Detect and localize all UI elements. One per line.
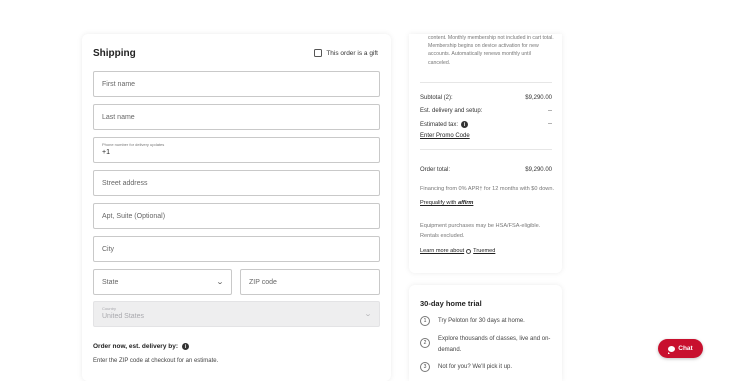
tax-value: --	[548, 121, 552, 127]
zip-input[interactable]: ZIP code	[240, 269, 380, 295]
step-text: Try Peloton for 30 days at home.	[438, 318, 525, 324]
promo-code-link[interactable]: Enter Promo Code	[420, 133, 470, 139]
order-summary-card: content. Monthly membership not included…	[409, 34, 562, 273]
subtotal-row: Subtotal (2): $9,290.00	[420, 95, 552, 101]
delivery-label: Est. delivery and setup:	[420, 108, 483, 114]
chat-button[interactable]: Chat	[658, 339, 703, 358]
truemed-logo-icon	[466, 248, 472, 254]
apt-input[interactable]: Apt, Suite (Optional)	[93, 203, 380, 229]
trial-step: 1 Try Peloton for 30 days at home.	[420, 316, 555, 327]
home-trial-card: 30-day home trial 1 Try Peloton for 30 d…	[409, 285, 562, 381]
last-name-placeholder: Last name	[102, 113, 135, 121]
zip-placeholder: ZIP code	[249, 278, 277, 286]
step-number: 2	[420, 338, 430, 348]
apt-placeholder: Apt, Suite (Optional)	[102, 212, 166, 220]
delivery-value: --	[548, 108, 552, 114]
learn-more-label: Learn more about	[420, 248, 465, 254]
phone-label: Phone number for delivery updates	[102, 142, 165, 147]
trial-step: 3 Not for you? We'll pick it up.	[420, 362, 555, 373]
step-number: 3	[420, 362, 430, 372]
subtotal-value: $9,290.00	[525, 95, 552, 101]
prequalify-link[interactable]: Prequalify with affirm	[420, 200, 473, 206]
affirm-logo: affirm	[457, 200, 474, 206]
city-input[interactable]: City	[93, 236, 380, 262]
gift-checkbox[interactable]: This order is a gift	[314, 49, 378, 57]
country-label: Country	[102, 306, 117, 311]
trial-title: 30-day home trial	[420, 299, 482, 308]
country-value: United States	[102, 313, 145, 320]
checkbox-icon[interactable]	[314, 49, 323, 57]
country-select: Country United States ⌄	[93, 301, 380, 327]
tax-row: Estimated tax: i --	[420, 121, 552, 128]
phone-input[interactable]: Phone number for delivery updates +1	[93, 137, 380, 163]
step-text: Not for you? We'll pick it up.	[438, 364, 513, 370]
step-text: Explore thousands of classes, live and o…	[438, 336, 551, 353]
financing-copy: Financing from 0% APR† for 12 months wit…	[420, 186, 555, 192]
tax-label: Estimated tax:	[420, 121, 459, 128]
delivery-estimate-note: Enter the ZIP code at checkout for an es…	[93, 358, 219, 364]
order-total-value: $9,290.00	[525, 167, 552, 173]
shipping-card: Shipping This order is a gift First name…	[82, 34, 391, 381]
truemed-logo: Truemed	[473, 248, 496, 254]
learn-more-link[interactable]: Learn more about Truemed	[420, 248, 495, 254]
info-icon[interactable]: i	[182, 343, 190, 350]
chevron-down-icon: ⌄	[215, 279, 225, 286]
state-placeholder: State	[102, 279, 119, 286]
hsa-note: Equipment purchases may be HSA/FSA-eligi…	[420, 223, 541, 239]
chevron-down-icon: ⌄	[363, 311, 373, 318]
financing-text: Financing from 0% APR† for 12 months wit…	[420, 182, 555, 210]
city-placeholder: City	[102, 245, 115, 253]
order-total-row: Order total: $9,290.00	[420, 167, 552, 173]
subtotal-label: Subtotal (2):	[420, 95, 453, 101]
trial-step: 2 Explore thousands of classes, live and…	[420, 334, 555, 356]
prequalify-label: Prequalify with	[420, 200, 457, 206]
divider	[420, 149, 552, 150]
shipping-title: Shipping	[93, 48, 136, 59]
info-icon[interactable]: i	[461, 121, 469, 128]
delivery-estimate-label: Order now, est. delivery by:	[93, 343, 179, 350]
delivery-estimate-title: Order now, est. delivery by: i	[93, 343, 190, 350]
delivery-row: Est. delivery and setup: --	[420, 108, 552, 114]
order-total-label: Order total:	[420, 167, 451, 173]
chat-label: Chat	[678, 345, 693, 352]
step-number: 1	[420, 316, 430, 326]
state-select[interactable]: State ⌄	[93, 269, 232, 295]
last-name-input[interactable]: Last name	[93, 104, 380, 130]
divider	[420, 82, 552, 83]
street-placeholder: Street address	[102, 179, 148, 187]
first-name-placeholder: First name	[102, 80, 136, 88]
chat-bubble-icon	[668, 345, 676, 354]
membership-note: content. Monthly membership not included…	[428, 35, 554, 66]
gift-label: This order is a gift	[326, 49, 378, 57]
street-input[interactable]: Street address	[93, 170, 380, 196]
phone-value: +1	[102, 149, 110, 156]
first-name-input[interactable]: First name	[93, 71, 380, 97]
